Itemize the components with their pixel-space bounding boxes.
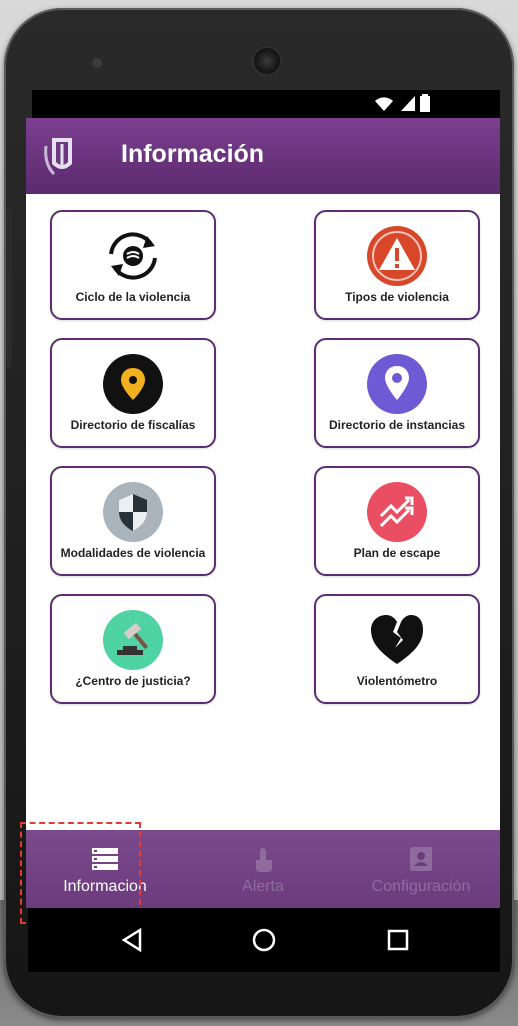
card-label: Violentómetro — [356, 674, 438, 688]
touch-icon — [256, 848, 272, 872]
cycle-icon — [109, 232, 157, 280]
card-violentometro[interactable]: Violentómetro — [314, 594, 480, 704]
battery-icon — [420, 94, 430, 112]
info-grid: Ciclo de la violencia Tipos de violencia… — [26, 194, 500, 834]
card-directorio-instancias[interactable]: Directorio de instancias — [314, 338, 480, 448]
nav-item-informacion[interactable]: Informacion — [26, 830, 184, 908]
contact-card-icon — [410, 847, 432, 871]
card-label: Directorio de instancias — [328, 418, 466, 432]
card-plan-escape[interactable]: Plan de escape — [314, 466, 480, 576]
app-screen: Información Ciclo de la violencia Tipos … — [26, 118, 500, 908]
app-bar: Información — [26, 118, 500, 194]
nav-label: Configuración — [371, 878, 471, 895]
app-logo-icon — [44, 138, 72, 176]
card-ciclo-violencia[interactable]: Ciclo de la violencia — [50, 210, 216, 320]
card-directorio-fiscalias[interactable]: Directorio de fiscalías — [50, 338, 216, 448]
list-icon — [92, 848, 118, 870]
location-pin-dark-icon — [103, 354, 163, 414]
card-tipos-violencia[interactable]: Tipos de violencia — [314, 210, 480, 320]
card-modalidades-violencia[interactable]: Modalidades de violencia — [50, 466, 216, 576]
wifi-icon — [375, 97, 393, 111]
location-pin-purple-icon — [367, 354, 427, 414]
home-icon[interactable] — [244, 920, 284, 960]
card-label: Directorio de fiscalías — [70, 418, 196, 432]
page-title: Información — [121, 140, 265, 168]
recents-icon[interactable] — [378, 920, 418, 960]
shield-icon — [103, 482, 163, 542]
nav-label: Informacion — [63, 878, 147, 895]
signal-icon — [401, 96, 415, 111]
earpiece — [254, 48, 280, 74]
card-label: Plan de escape — [353, 546, 441, 560]
status-icons — [372, 94, 430, 112]
gavel-icon — [103, 610, 163, 670]
status-bar — [32, 90, 500, 118]
back-icon[interactable] — [112, 920, 152, 960]
warning-icon — [367, 226, 427, 286]
sensor — [92, 58, 102, 68]
card-label: Tipos de violencia — [345, 290, 449, 304]
card-centro-justicia[interactable]: ¿Centro de justicia? — [50, 594, 216, 704]
bottom-navigation: Informacion Alerta Configuración — [26, 830, 500, 908]
card-label: Modalidades de violencia — [60, 546, 206, 560]
nav-label: Alerta — [242, 878, 284, 895]
card-label: Ciclo de la violencia — [75, 290, 191, 304]
broken-heart-icon — [371, 615, 423, 664]
nav-item-configuracion[interactable]: Configuración — [342, 830, 500, 908]
side-button — [6, 208, 12, 368]
card-label: ¿Centro de justicia? — [75, 674, 191, 688]
nav-item-alerta[interactable]: Alerta — [184, 830, 342, 908]
system-nav-bar — [28, 908, 500, 972]
escape-arrows-icon — [367, 482, 427, 542]
